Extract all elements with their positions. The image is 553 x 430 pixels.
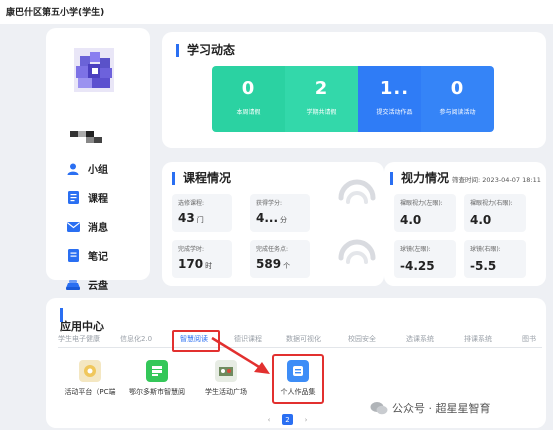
- tile-reading-activities[interactable]: 0 参与阅读活动: [421, 66, 494, 132]
- app-name: 学生活动广场: [205, 388, 247, 396]
- sidebar-menu: 小组 课程 消息 笔记 云盘: [66, 154, 146, 299]
- top-bar: 康巴什区第五小学(学生): [0, 0, 553, 24]
- sidebar-item-notes[interactable]: 笔记: [66, 241, 146, 270]
- tile-caption: 学期共请假: [306, 109, 337, 116]
- cloud-disk-icon: [66, 278, 80, 292]
- stat-value: 589: [256, 257, 282, 271]
- stat-naked-left: 裸眼视力(左眼): 4.0: [394, 194, 456, 232]
- mail-icon: [66, 220, 80, 234]
- tab-data-visual[interactable]: 数据可视化: [286, 334, 321, 344]
- watermark-text: 公众号 · 超星星智育: [392, 402, 491, 415]
- screen-time: 筛查时间: 2023-04-07 18:11: [452, 174, 541, 184]
- sidebar-item-group[interactable]: 小组: [66, 154, 146, 183]
- stat-value: 170: [178, 257, 204, 271]
- section-title: 课程情况: [172, 172, 231, 185]
- tab-library[interactable]: 图书: [522, 334, 536, 344]
- tile-value: 0: [450, 78, 465, 99]
- user-icon: [66, 162, 80, 176]
- stat-label: 裸眼视力(左眼):: [400, 200, 443, 207]
- tab-campus-safety[interactable]: 校园安全: [348, 334, 376, 344]
- current-page-button[interactable]: 2: [282, 414, 293, 425]
- reading-app-icon: [146, 360, 168, 382]
- sidebar-item-label: 消息: [88, 223, 108, 234]
- tile-caption: 本周请假: [236, 109, 261, 116]
- red-arrow-icon: [211, 336, 270, 374]
- stat-unit: 时: [205, 262, 213, 270]
- stat-naked-right: 裸眼视力(右眼): 4.0: [464, 194, 526, 232]
- stat-value: 43: [178, 211, 195, 225]
- pagination: ‹ 2 ›: [264, 414, 311, 425]
- stat-unit: 个: [283, 262, 291, 270]
- tab-info-2[interactable]: 信息化2.0: [120, 334, 152, 344]
- sidebar-item-label: 课程: [88, 194, 108, 205]
- tab-scheduling[interactable]: 排课系统: [464, 334, 492, 344]
- sidebar-item-messages[interactable]: 消息: [66, 212, 146, 241]
- stat-label: 选修课程:: [178, 200, 205, 207]
- user-name-redacted: [70, 128, 108, 143]
- stat-task-points: 完成任务点: 589 个: [250, 240, 310, 278]
- note-icon: [66, 249, 80, 263]
- activity-app-icon: [79, 360, 101, 382]
- next-page-button[interactable]: ›: [301, 416, 311, 424]
- tab-health[interactable]: 学生电子健康: [58, 334, 100, 344]
- stat-value: -4.25: [400, 259, 435, 273]
- app-name: 鄂尔多斯市智慧阅: [129, 388, 185, 396]
- app-activity-platform[interactable]: 活动平台（PC端: [60, 360, 120, 397]
- course-doc-icon: [66, 191, 80, 205]
- tile-caption: 参与阅读活动: [439, 109, 476, 116]
- sidebar-item-label: 云盘: [88, 281, 108, 292]
- wechat-icon: [370, 402, 388, 415]
- sidebar-item-label: 笔记: [88, 252, 108, 263]
- sidebar-item-course[interactable]: 课程: [66, 183, 146, 212]
- stat-sphere-right: 球镜(右眼): -5.5: [464, 240, 526, 278]
- vision-card: 视力情况 筛查时间: 2023-04-07 18:11 裸眼视力(左眼): 4.…: [384, 162, 546, 286]
- stat-label: 裸眼视力(右眼):: [470, 200, 513, 207]
- tile-value: 0: [241, 78, 256, 99]
- screen-time-label: 筛查时间:: [452, 176, 481, 184]
- learning-dynamics-card: 学习动态 0 本周请假 2 学期共请假 1.. 提交活动作品 0 参与阅读活动: [162, 32, 546, 148]
- stat-label: 球镜(左眼):: [400, 246, 431, 253]
- gauge-icon: [338, 236, 376, 266]
- stat-label: 完成学时:: [178, 246, 205, 253]
- category-tabs: 学生电子健康 信息化2.0 智慧阅读 德识课程 数据可视化 校园安全 选课系统 …: [58, 334, 542, 348]
- stat-label: 球镜(右眼):: [470, 246, 501, 253]
- gauge-icon: [338, 176, 376, 206]
- stat-unit: 分: [280, 216, 288, 224]
- avatar[interactable]: [66, 42, 122, 98]
- stat-label: 完成任务点:: [256, 246, 289, 253]
- section-title: 视力情况: [390, 172, 449, 185]
- tile-weekly-leave[interactable]: 0 本周请假: [212, 66, 285, 132]
- section-title: 学习动态: [176, 44, 235, 57]
- stat-value: 4.0: [470, 213, 492, 227]
- stat-value: 4...: [256, 211, 279, 225]
- prev-page-button[interactable]: ‹: [264, 416, 274, 424]
- profile-card: 小组 课程 消息 笔记 云盘: [46, 28, 150, 292]
- stat-sphere-left: 球镜(左眼): -4.25: [394, 240, 456, 278]
- tile-term-leave[interactable]: 2 学期共请假: [285, 66, 358, 132]
- stat-value: -5.5: [470, 259, 497, 273]
- stat-credits: 获得学分: 4... 分: [250, 194, 310, 232]
- watermark: 公众号 · 超星星智育: [370, 400, 491, 416]
- course-card: 课程情况 选修课程: 43 门 获得学分: 4... 分 完成学时: 170 时 完成…: [162, 162, 384, 286]
- sidebar-item-cloud-disk[interactable]: 云盘: [66, 270, 146, 299]
- school-name: 康巴什区第五小学(学生): [6, 8, 105, 18]
- sidebar-item-label: 小组: [88, 165, 108, 176]
- stat-elective-courses: 选修课程: 43 门: [172, 194, 232, 232]
- stat-unit: 门: [196, 216, 204, 224]
- section-title: 应用中心: [60, 320, 104, 333]
- tab-course-selection[interactable]: 选课系统: [406, 334, 434, 344]
- highlight-box: [272, 354, 324, 404]
- tile-value: 2: [314, 78, 329, 99]
- app-name: 活动平台（PC端: [64, 388, 116, 396]
- app-ordos-reading[interactable]: 鄂尔多斯市智慧阅: [126, 360, 188, 397]
- stat-value: 4.0: [400, 213, 422, 227]
- stat-label: 获得学分:: [256, 200, 283, 207]
- screen-time-value: 2023-04-07 18:11: [482, 176, 541, 184]
- stat-hours: 完成学时: 170 时: [172, 240, 232, 278]
